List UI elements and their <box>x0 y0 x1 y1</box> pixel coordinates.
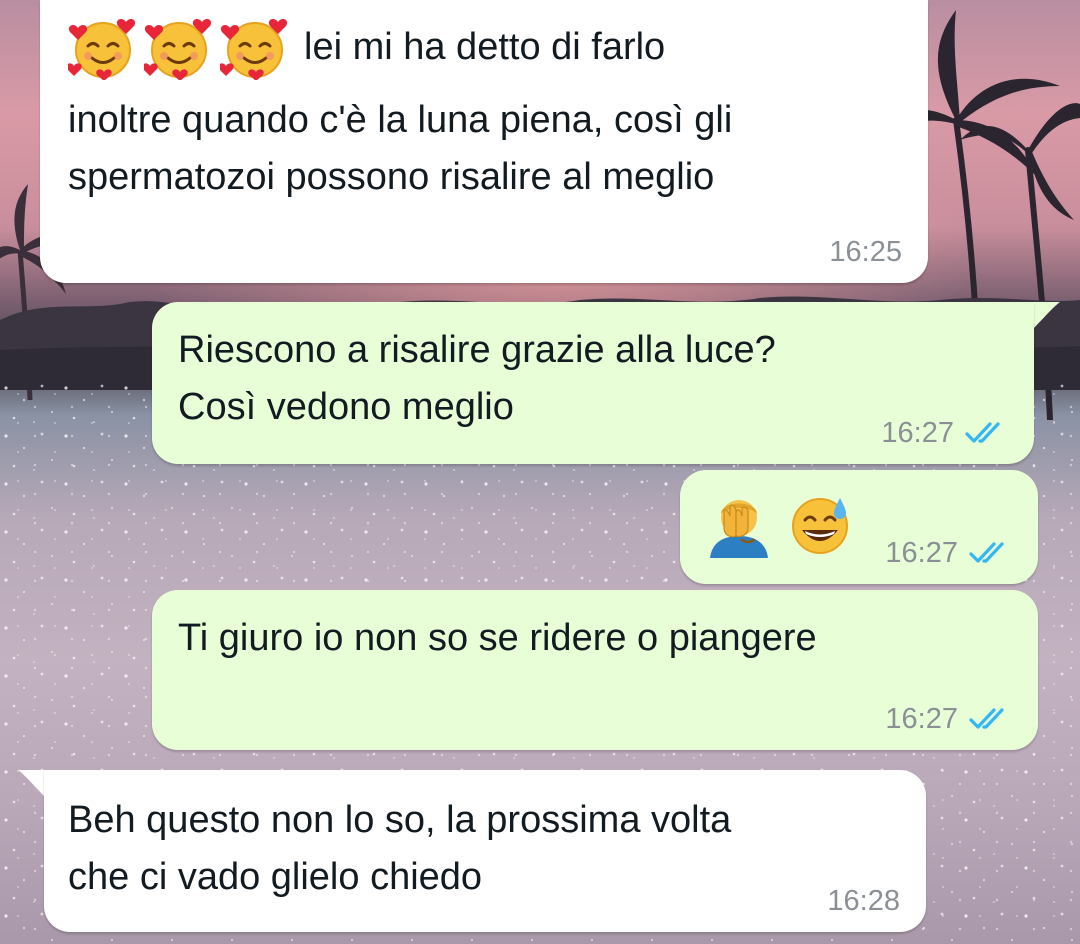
grinning-face-with-sweat-icon <box>790 494 852 556</box>
message-meta: 16:27 <box>885 702 1012 736</box>
message-timestamp: 16:28 <box>827 885 900 917</box>
message-text: Riescono a risalire grazie alla luce? Co… <box>178 329 776 428</box>
message-text: Ti giuro io non so se ridere o piangere <box>178 617 817 659</box>
bubble-tail-outgoing <box>1030 302 1060 332</box>
message-meta: 16:28 <box>827 884 900 918</box>
message-list[interactable]: lei mi ha detto di farlo inoltre quando … <box>0 0 1080 944</box>
message-text: Beh questo non lo so, la prossima volta … <box>68 799 732 898</box>
smiling-face-with-hearts-icon <box>144 14 214 80</box>
smiling-face-with-hearts-icon <box>68 14 138 80</box>
smiling-face-with-hearts-icon <box>220 14 290 80</box>
man-facepalming-icon <box>706 492 772 558</box>
message-meta: 16:27 <box>881 416 1008 450</box>
message-bubble-outgoing[interactable]: 16:27 <box>680 470 1038 584</box>
message-timestamp: 16:27 <box>881 417 954 449</box>
message-emoji-row <box>706 492 852 558</box>
read-receipt-double-check-icon <box>965 422 1000 443</box>
message-meta: 16:27 <box>885 536 1012 570</box>
message-text: inoltre quando c'è la luna piena, così g… <box>68 99 733 198</box>
message-timestamp: 16:27 <box>885 537 958 569</box>
message-timestamp: 16:27 <box>885 703 958 735</box>
message-bubble-outgoing[interactable]: Riescono a risalire grazie alla luce? Co… <box>152 302 1034 464</box>
message-emoji-row: lei mi ha detto di farlo <box>68 14 665 80</box>
message-meta: 16:25 <box>829 235 902 269</box>
read-receipt-double-check-icon <box>969 708 1004 729</box>
message-bubble-incoming[interactable]: Beh questo non lo so, la prossima volta … <box>44 770 926 932</box>
message-timestamp: 16:25 <box>829 236 902 268</box>
message-text-first-line: lei mi ha detto di farlo <box>304 25 666 68</box>
message-bubble-outgoing[interactable]: Ti giuro io non so se ridere o piangere … <box>152 590 1038 750</box>
read-receipt-double-check-icon <box>969 542 1004 563</box>
message-bubble-incoming[interactable]: lei mi ha detto di farlo inoltre quando … <box>40 0 928 283</box>
